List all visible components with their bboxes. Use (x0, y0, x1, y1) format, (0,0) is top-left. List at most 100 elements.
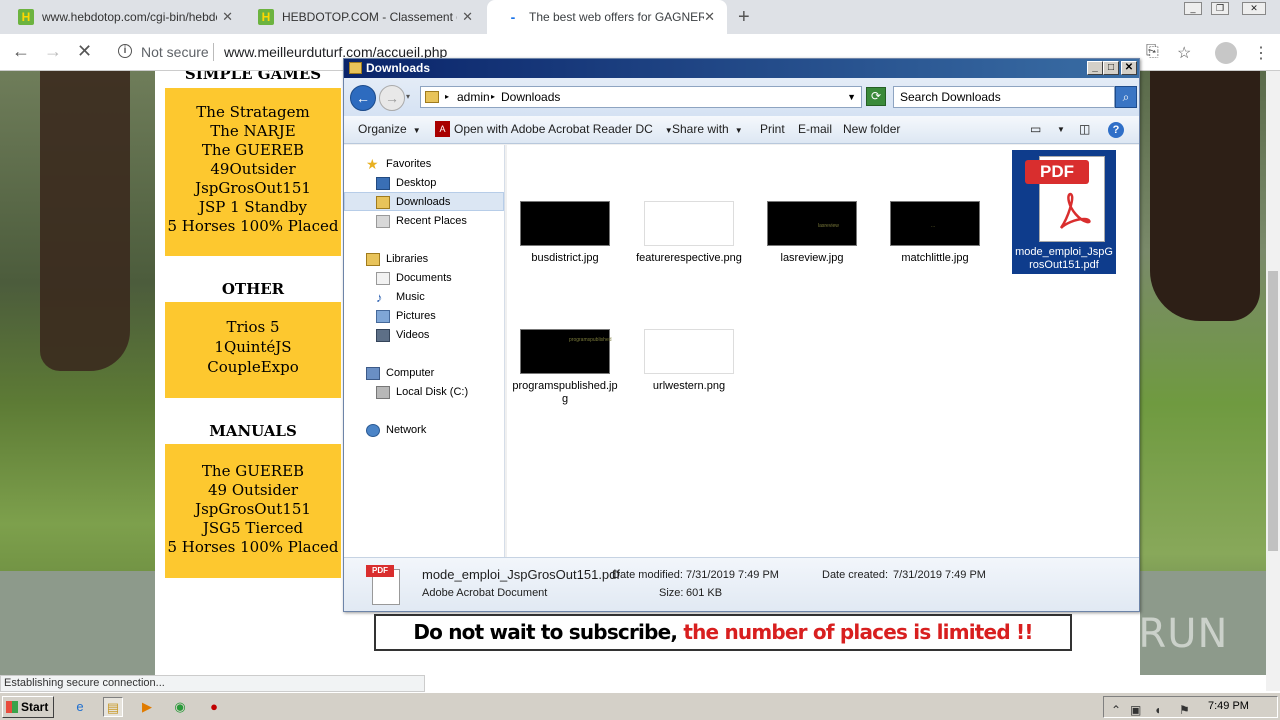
network-tray-icon[interactable]: ▣ (1130, 703, 1141, 717)
media-player-icon[interactable]: ▶ (137, 697, 157, 717)
file-item[interactable]: ... matchlittle.jpg (881, 201, 989, 265)
menu-link[interactable]: 1QuintéJS (165, 337, 341, 357)
info-icon[interactable]: i (118, 44, 132, 58)
recent-pages-dropdown-icon[interactable]: ▾ (406, 92, 410, 101)
nav-libraries[interactable]: Libraries (344, 250, 504, 269)
stop-loading-icon[interactable]: ✕ (77, 41, 92, 62)
tab-hebdotop-cgi[interactable]: H www.hebdotop.com/cgi-bin/hebdoto ✕ (0, 0, 245, 34)
pdf-badge: PDF (1025, 160, 1089, 184)
chevron-right-icon[interactable]: ▸ (491, 87, 495, 107)
antivirus-icon[interactable]: ● (204, 697, 224, 717)
star-icon: ★ (366, 156, 379, 172)
volume-icon[interactable]: ◖ (1154, 703, 1161, 717)
organize-menu[interactable]: Organize ▼ (358, 122, 421, 136)
share-with-menu[interactable]: Share with ▼ (672, 122, 743, 136)
address-dropdown-icon[interactable]: ▼ (847, 87, 856, 107)
explorer-folder-icon[interactable]: ▤ (103, 697, 123, 717)
menu-kebab-icon[interactable]: ⋮ (1253, 43, 1269, 63)
nav-downloads[interactable]: Downloads (344, 192, 504, 211)
date-modified-label: Date modified: (612, 569, 683, 581)
internet-explorer-icon[interactable]: e (70, 697, 90, 717)
menu-link[interactable]: CoupleExpo (165, 357, 341, 377)
breadcrumb-downloads[interactable]: Downloads (501, 87, 560, 107)
nav-videos[interactable]: Videos (344, 326, 504, 345)
back-arrow-icon[interactable]: ← (350, 85, 376, 111)
nav-desktop[interactable]: Desktop (344, 174, 504, 193)
menu-link[interactable]: 49Outsider (165, 160, 341, 179)
menu-link[interactable]: JspGrosOut151 (165, 179, 341, 198)
nav-documents[interactable]: Documents (344, 269, 504, 288)
close-tab-icon[interactable]: ✕ (704, 9, 715, 25)
open-with-button[interactable]: Open with Adobe Acrobat Reader DC ▼ (454, 122, 673, 136)
print-button[interactable]: Print (760, 122, 785, 136)
start-button[interactable]: Start (2, 696, 54, 718)
menu-link[interactable]: The GUEREB (165, 462, 341, 481)
section-title-other: OTHER (221, 280, 285, 298)
file-item[interactable]: featurerespective.png (635, 201, 743, 265)
file-item[interactable]: busdistrict.jpg (511, 201, 619, 265)
menu-link[interactable]: JSG5 Tierced (165, 519, 341, 538)
forward-icon[interactable]: → (44, 41, 62, 62)
breadcrumb-admin[interactable]: admin (457, 87, 490, 107)
tab-title: www.hebdotop.com/cgi-bin/hebdoto (42, 10, 217, 24)
menu-link[interactable]: 5 Horses 100% Placed (165, 217, 341, 236)
nav-label: Libraries (386, 253, 429, 265)
file-item[interactable]: urlwestern.png (635, 329, 743, 393)
minimize-window-button[interactable]: _ (1184, 2, 1202, 15)
refresh-icon[interactable]: ⟳ (866, 87, 886, 106)
search-input[interactable]: Search Downloads (893, 86, 1115, 108)
nav-local-disk[interactable]: Local Disk (C:) (344, 383, 504, 402)
menu-link[interactable]: The Stratagem (165, 103, 341, 122)
nav-music[interactable]: ♪ Music (344, 288, 504, 307)
minimize-button[interactable]: _ (1087, 61, 1103, 75)
nav-pictures[interactable]: Pictures (344, 307, 504, 326)
flag-icon[interactable]: ⚑ (1179, 703, 1190, 717)
file-name: mode_emploi_JspGrosOut151.pdf (1015, 246, 1113, 271)
page-scrollbar[interactable] (1266, 71, 1280, 691)
tray-expand-icon[interactable]: ⌃ (1111, 703, 1121, 717)
menu-link[interactable]: 49 Outsider (165, 481, 341, 500)
view-dropdown-icon[interactable]: ▼ (1057, 125, 1065, 134)
file-item[interactable]: programspublished programspublished.jpg (511, 329, 619, 406)
email-button[interactable]: E-mail (798, 122, 832, 136)
translate-icon[interactable]: ⎘ (1146, 43, 1159, 61)
menu-link[interactable]: JspGrosOut151 (165, 500, 341, 519)
tab-hebdotop-classement[interactable]: H HEBDOTOP.COM - Classement de sit ✕ (240, 0, 485, 34)
help-icon[interactable]: ? (1108, 122, 1124, 138)
restore-window-button[interactable]: ❐ (1211, 2, 1229, 15)
search-icon[interactable]: ⌕ (1115, 86, 1137, 108)
nav-recent-places[interactable]: Recent Places (344, 212, 504, 231)
back-icon[interactable]: ← (12, 41, 30, 62)
size-label: Size: (659, 587, 684, 599)
preview-pane-icon[interactable]: ◫ (1079, 122, 1090, 136)
nav-computer[interactable]: Computer (344, 364, 504, 383)
profile-avatar-icon[interactable] (1215, 42, 1237, 64)
chevron-right-icon[interactable]: ▸ (445, 87, 449, 107)
explorer-titlebar[interactable]: Downloads _ □ ✕ (344, 59, 1139, 78)
close-button[interactable]: ✕ (1121, 61, 1137, 75)
menu-link[interactable]: 5 Horses 100% Placed (165, 538, 341, 557)
file-item-selected[interactable]: PDF mode_emploi_JspGrosOut151.pdf (1012, 150, 1116, 274)
chrome-icon[interactable]: ◉ (170, 697, 190, 717)
tab-active-gagner[interactable]: - The best web offers for GAGNER AU ✕ (487, 0, 727, 34)
menu-link[interactable]: Trios 5 (165, 317, 341, 337)
close-window-button[interactable]: ✕ (1242, 2, 1266, 15)
forward-arrow-icon[interactable]: → (379, 85, 405, 111)
bookmark-star-icon[interactable]: ☆ (1177, 43, 1191, 63)
address-bar[interactable]: ▸ admin ▸ Downloads ▼ (420, 86, 862, 108)
new-folder-button[interactable]: New folder (843, 122, 900, 136)
maximize-button[interactable]: □ (1103, 61, 1119, 75)
menu-link[interactable]: The GUEREB (165, 141, 341, 160)
change-view-icon[interactable]: ▭ (1030, 122, 1041, 136)
nav-network[interactable]: Network (344, 421, 504, 440)
close-tab-icon[interactable]: ✕ (222, 9, 233, 25)
new-tab-button[interactable]: + (738, 6, 750, 29)
nav-favorites[interactable]: ★ Favorites (344, 155, 504, 174)
menu-link[interactable]: The NARJE (165, 122, 341, 141)
file-item[interactable]: lasreview lasreview.jpg (758, 201, 866, 265)
close-tab-icon[interactable]: ✕ (462, 9, 473, 25)
scrollbar-thumb[interactable] (1268, 271, 1278, 551)
security-label[interactable]: Not secure (141, 44, 209, 60)
clock[interactable]: 7:49 PM (1208, 700, 1249, 712)
menu-link[interactable]: JSP 1 Standby (165, 198, 341, 217)
